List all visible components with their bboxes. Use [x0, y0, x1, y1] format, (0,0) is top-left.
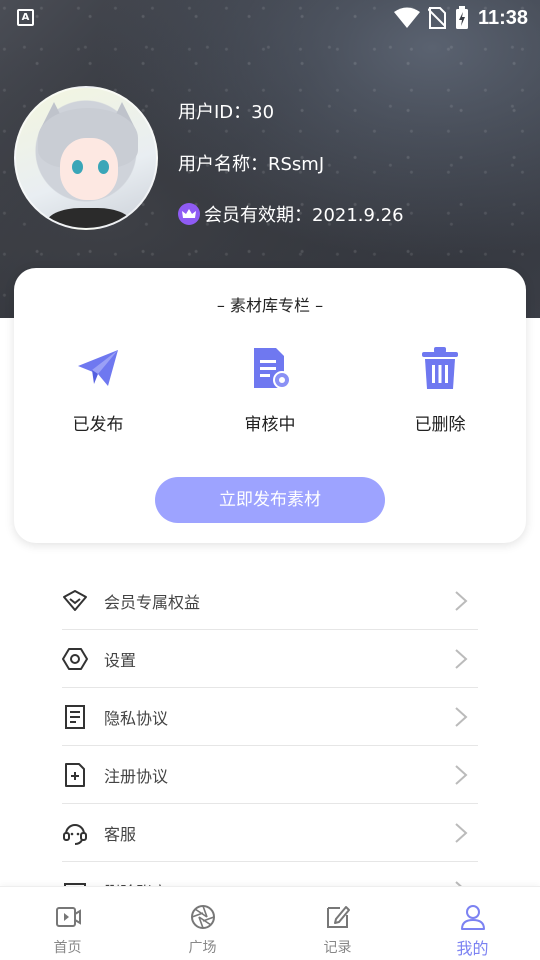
headset-icon: [63, 823, 87, 845]
menu-label: 会员专属权益: [104, 592, 201, 612]
menu-label: 设置: [104, 650, 137, 670]
chevron-right-icon: [455, 764, 468, 785]
document-review-icon: [254, 348, 291, 389]
nav-label: 我的: [456, 939, 489, 958]
vip-expiry-text: 会员有效期：2021.9.26: [204, 205, 404, 226]
user-icon: [460, 905, 485, 930]
chevron-right-icon: [455, 590, 468, 611]
crown-icon: [178, 203, 200, 225]
chevron-right-icon: [455, 648, 468, 669]
menu-label: 注册协议: [104, 766, 169, 786]
nav-records[interactable]: 记录: [270, 887, 405, 960]
avatar-eye-right: [98, 160, 109, 174]
material-library-card: – 素材库专栏 – 已发布 审核中 已删除 立即发布素材: [14, 268, 526, 543]
document-icon: [65, 704, 85, 729]
deleted-item[interactable]: 已删除: [380, 344, 500, 435]
avatar-face: [60, 138, 118, 200]
nav-label: 记录: [323, 940, 352, 956]
avatar-shirt: [46, 208, 132, 228]
document-plus-icon: [65, 762, 85, 787]
menu-label: 客服: [104, 824, 137, 844]
menu-item-privacy[interactable]: 隐私协议: [62, 688, 478, 746]
chevron-right-icon: [455, 706, 468, 727]
publish-material-button[interactable]: 立即发布素材: [155, 477, 385, 523]
chevron-right-icon: [455, 822, 468, 843]
trash-icon: [422, 347, 458, 389]
hexagon-settings-icon: [62, 647, 88, 670]
status-bar: A 11:38: [0, 0, 540, 36]
deleted-label: 已删除: [414, 415, 466, 435]
published-label: 已发布: [72, 415, 124, 435]
battery-charging-icon: [455, 6, 468, 29]
status-right: 11:38: [393, 4, 528, 32]
aperture-icon: [190, 905, 215, 929]
nav-label: 首页: [53, 940, 82, 956]
menu-item-settings[interactable]: 设置: [62, 630, 478, 688]
menu-item-vip-benefits[interactable]: 会员专属权益: [62, 572, 478, 630]
video-icon: [55, 907, 81, 927]
menu-item-customer-service[interactable]: 客服: [62, 804, 478, 862]
avatar-eye-left: [72, 160, 83, 174]
published-item[interactable]: 已发布: [38, 344, 158, 435]
wifi-icon: [393, 7, 420, 28]
no-sim-icon: [427, 7, 446, 29]
vip-expiry: 会员有效期：2021.9.26: [178, 201, 404, 227]
reviewing-label: 审核中: [244, 415, 296, 435]
reviewing-item[interactable]: 审核中: [210, 344, 330, 435]
nav-label: 广场: [188, 940, 217, 956]
user-avatar[interactable]: [14, 86, 158, 230]
settings-menu: 会员专属权益 设置 隐私协议 注册协议 客服 删除账户: [62, 572, 478, 920]
nav-mine[interactable]: 我的: [405, 887, 540, 960]
paper-plane-icon: [78, 350, 118, 386]
menu-label: 隐私协议: [104, 708, 169, 728]
nav-home[interactable]: 首页: [0, 887, 135, 960]
app-notification-icon: A: [17, 9, 34, 26]
bottom-navigation: 首页 广场 记录 我的: [0, 886, 540, 960]
edit-icon: [326, 906, 350, 928]
menu-item-registration[interactable]: 注册协议: [62, 746, 478, 804]
status-time: 11:38: [477, 6, 528, 29]
user-name: 用户名称：RSsmJ: [178, 154, 325, 175]
user-id: 用户ID：30: [178, 102, 275, 123]
card-title: – 素材库专栏 –: [216, 296, 324, 315]
diamond-icon: [63, 589, 87, 611]
nav-square[interactable]: 广场: [135, 887, 270, 960]
